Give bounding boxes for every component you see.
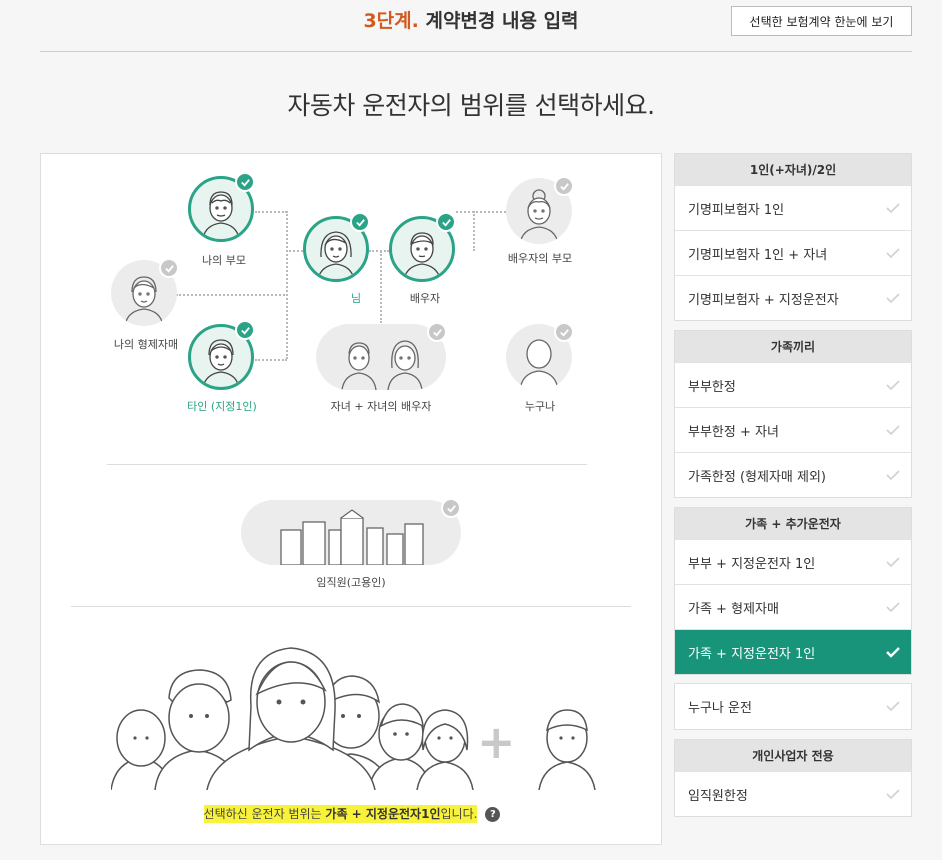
diagram-divider-2: [71, 606, 631, 607]
option-label: 부부한정: [688, 379, 736, 395]
node-label-spouse: 배우자: [409, 292, 441, 305]
family-illustration: [111, 647, 596, 790]
selection-summary: 선택하신 운전자 범위는 가족 + 지정운전자1인입니다.?: [41, 805, 663, 823]
buildings-icon: [241, 500, 461, 565]
driver-range-diagram: 나의 부모 님 배우자 배우자의 부모 나의 형제자매 타인 (지정1인) 자녀…: [40, 153, 662, 845]
driver-option[interactable]: 부부한정: [675, 362, 911, 407]
check-icon: [159, 258, 179, 278]
driver-option[interactable]: 가족 + 형제자매: [675, 584, 911, 629]
check-icon: [886, 602, 900, 613]
panel-title: 가족 + 추가운전자: [675, 508, 911, 539]
check-icon: [554, 322, 574, 342]
panel-title: 1인(+자녀)/2인: [675, 154, 911, 185]
option-panel: 가족끼리부부한정부부한정 + 자녀가족한정 (형제자매 제외): [674, 330, 912, 498]
summary-prefix: 선택하신 운전자 범위는: [203, 807, 326, 821]
connector-other: [255, 359, 287, 361]
connector-spouse-parents-v: [473, 211, 475, 251]
panel-title: 개인사업자 전용: [675, 740, 911, 771]
driver-option[interactable]: 기명피보험자 + 지정운전자: [675, 275, 911, 320]
summary-suffix: 입니다.: [440, 807, 478, 821]
check-icon: [886, 647, 900, 658]
help-icon[interactable]: ?: [485, 807, 501, 822]
node-label-anyone: 누구나: [524, 400, 556, 413]
option-label: 가족 + 형제자매: [688, 601, 779, 617]
summary-value: 가족 + 지정운전자1인: [325, 807, 441, 821]
option-label: 기명피보험자 1인: [688, 202, 785, 218]
option-label: 누구나 운전: [688, 701, 752, 716]
driver-option[interactable]: 누구나 운전: [675, 684, 911, 729]
driver-option[interactable]: 부부한정 + 자녀: [675, 407, 911, 452]
node-label-other-person: 타인 (지정1인): [187, 400, 257, 413]
step-name: 계약변경 내용 입력: [425, 10, 579, 32]
option-label: 부부 + 지정운전자 1인: [688, 556, 816, 572]
check-icon: [886, 701, 900, 712]
check-icon: [235, 172, 255, 192]
option-label: 가족한정 (형제자매 제외): [688, 469, 827, 485]
check-icon: [886, 425, 900, 436]
option-panel: 개인사업자 전용임직원한정: [674, 739, 912, 817]
option-label: 기명피보험자 1인 + 자녀: [688, 247, 828, 263]
check-icon: [441, 498, 461, 518]
option-label: 가족 + 지정운전자 1인: [688, 646, 816, 662]
page-question: 자동차 운전자의 범위를 선택하세요.: [287, 91, 655, 120]
node-label-my-siblings: 나의 형제자매: [113, 338, 179, 351]
option-label: 부부한정 + 자녀: [688, 424, 779, 440]
connector-children: [380, 251, 382, 323]
node-label-employees: 임직원(고용인): [316, 576, 386, 589]
header-divider: [40, 51, 912, 52]
node-label-spouse-parents: 배우자의 부모: [507, 252, 573, 265]
check-icon: [886, 248, 900, 259]
option-label: 임직원한정: [688, 788, 748, 804]
check-icon: [554, 176, 574, 196]
check-icon: [886, 293, 900, 304]
check-icon: [427, 322, 447, 342]
check-icon: [235, 320, 255, 340]
option-label: 기명피보험자 + 지정운전자: [688, 292, 839, 308]
check-icon: [350, 212, 370, 232]
plus-sign: +: [477, 715, 516, 769]
view-selected-contract-button[interactable]: 선택한 보험계약 한눈에 보기: [731, 6, 912, 36]
driver-option[interactable]: 가족 + 지정운전자 1인: [675, 629, 911, 674]
connector-parents: [255, 211, 287, 213]
node-label-me: 님: [350, 292, 362, 305]
option-panel: 가족 + 추가운전자부부 + 지정운전자 1인가족 + 형제자매가족 + 지정운…: [674, 507, 912, 675]
page-header: 3단계. 계약변경 내용 입력 선택한 보험계약 한눈에 보기: [0, 0, 942, 52]
check-icon: [886, 557, 900, 568]
driver-option[interactable]: 임직원한정: [675, 771, 911, 816]
check-icon: [886, 203, 900, 214]
check-icon: [886, 470, 900, 481]
node-label-children: 자녀 + 자녀의 배우자: [330, 400, 432, 413]
connector-family-vertical: [286, 211, 288, 359]
option-panel: 1인(+자녀)/2인기명피보험자 1인기명피보험자 1인 + 자녀기명피보험자 …: [674, 153, 912, 321]
check-icon: [436, 212, 456, 232]
panel-title: 가족끼리: [675, 331, 911, 362]
check-icon: [886, 380, 900, 391]
connector-couple: [369, 250, 389, 252]
driver-option[interactable]: 기명피보험자 1인: [675, 185, 911, 230]
node-label-my-parents: 나의 부모: [202, 254, 246, 267]
check-icon: [886, 789, 900, 800]
diagram-divider-1: [107, 464, 587, 465]
step-number: 3단계.: [363, 10, 419, 32]
connector-siblings: [176, 294, 288, 296]
summary-highlight: 선택하신 운전자 범위는 가족 + 지정운전자1인입니다.: [203, 805, 478, 823]
driver-option[interactable]: 부부 + 지정운전자 1인: [675, 539, 911, 584]
option-panel: 누구나 운전: [674, 683, 912, 730]
driver-option[interactable]: 기명피보험자 1인 + 자녀: [675, 230, 911, 275]
driver-option[interactable]: 가족한정 (형제자매 제외): [675, 452, 911, 497]
